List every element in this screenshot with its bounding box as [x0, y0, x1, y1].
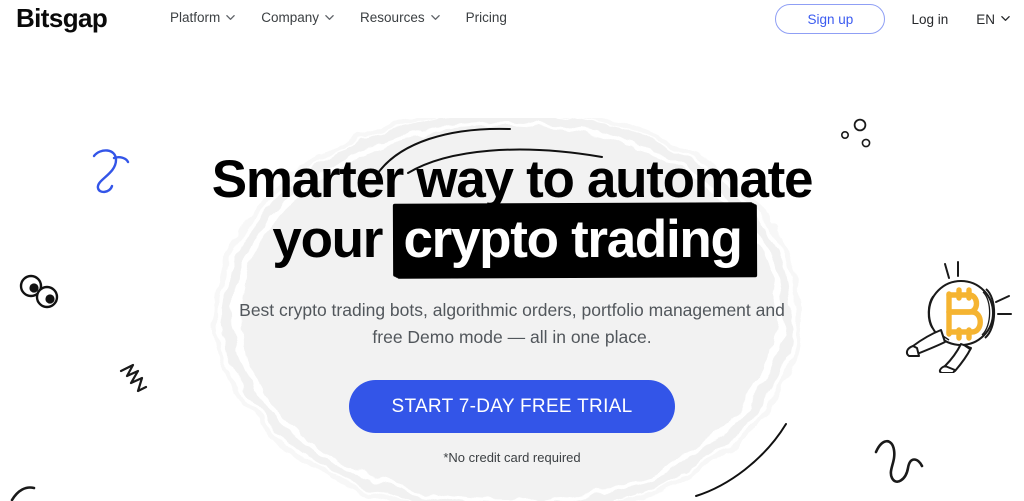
chevron-down-icon — [1001, 14, 1010, 23]
corner-stroke-doodle — [10, 486, 36, 501]
hero-subtitle: Best crypto trading bots, algorithmic or… — [0, 297, 1024, 350]
nav-item-pricing[interactable]: Pricing — [466, 9, 507, 27]
chevron-down-icon — [325, 13, 334, 22]
hero-subtitle-line-1: Best crypto trading bots, algorithmic or… — [239, 300, 785, 320]
signup-button-label: Sign up — [807, 11, 854, 27]
cta-disclaimer: *No credit card required — [443, 450, 581, 465]
nav-item-company[interactable]: Company — [261, 9, 334, 27]
header-actions: Sign up Log in EN — [775, 4, 1010, 34]
hero-subtitle-line-2: free Demo mode — all in one place. — [372, 326, 652, 347]
primary-nav: Platform Company Resources Pricing — [170, 9, 507, 27]
nav-item-platform[interactable]: Platform — [170, 9, 236, 27]
bitsgap-logo[interactable]: Bitsgap — [16, 3, 108, 33]
headline-line-1: Smarter way to automate — [211, 150, 814, 209]
page-title: Smarter way to automate your crypto trad… — [0, 150, 1024, 270]
login-link-label: Log in — [911, 11, 949, 27]
headline-prefix: your — [272, 210, 396, 269]
language-selector-label: EN — [976, 11, 995, 27]
nav-item-pricing-label: Pricing — [465, 10, 507, 25]
nav-item-resources-label: Resources — [360, 10, 425, 25]
hero-section: Smarter way to automate your crypto trad… — [0, 150, 1024, 465]
start-free-trial-button[interactable]: START 7-DAY FREE TRIAL — [349, 380, 675, 433]
signup-button[interactable]: Sign up — [775, 4, 886, 34]
headline-highlight: crypto trading — [395, 210, 751, 270]
nav-item-company-label: Company — [261, 10, 320, 25]
nav-item-resources[interactable]: Resources — [360, 9, 440, 27]
login-link[interactable]: Log in — [911, 12, 948, 27]
chevron-down-icon — [226, 13, 236, 22]
landing-page: Bitsgap Platform Company Resources Prici… — [0, 0, 1024, 501]
headline-line-2: your crypto trading — [0, 210, 1024, 270]
cta-container: START 7-DAY FREE TRIAL *No credit card r… — [0, 380, 1024, 465]
site-header: Bitsgap Platform Company Resources Prici… — [0, 0, 1024, 42]
nav-item-platform-label: Platform — [170, 10, 221, 25]
chevron-down-icon — [430, 13, 440, 22]
language-selector[interactable]: EN — [976, 12, 1010, 27]
